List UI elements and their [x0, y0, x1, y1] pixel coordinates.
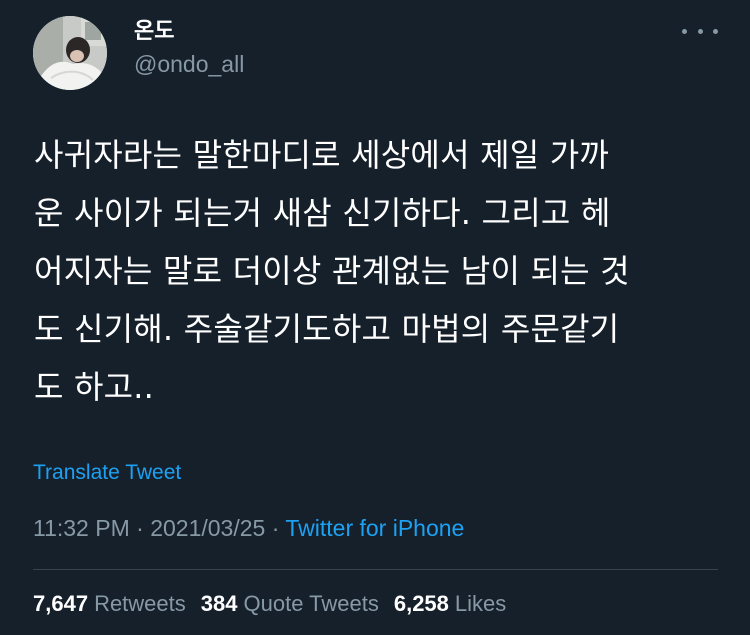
retweets-count: 7,647	[33, 591, 89, 616]
retweets-stat[interactable]: 7,647 Retweets	[33, 589, 186, 619]
likes-count: 6,258	[393, 591, 449, 616]
tweet-text-line: 사귀자라는 말한마디로 세상에서 제일 가까	[34, 136, 610, 174]
more-horizontal-icon[interactable]	[682, 20, 718, 42]
tweet-detail: 온도 @ondo_all 사귀자라는 말한마디로 세상에서 제일 가까운 사이가…	[0, 0, 750, 635]
avatar[interactable]	[33, 16, 107, 90]
meta-separator: ·	[136, 515, 144, 541]
tweet-time[interactable]: 11:32 PM	[33, 515, 130, 541]
tweet-text-line: 도 신기해. 주술같기도하고 마법의 주문같기	[34, 310, 620, 348]
tweet-source-link[interactable]: Twitter for iPhone	[285, 515, 464, 541]
quote-tweets-stat[interactable]: 384 Quote Tweets	[201, 589, 379, 619]
translate-tweet-link[interactable]: Translate Tweet	[33, 459, 181, 487]
tweet-text: 사귀자라는 말한마디로 세상에서 제일 가까운 사이가 되는거 새삼 신기하다.…	[34, 126, 724, 416]
quote-tweets-label: Quote Tweets	[243, 591, 379, 616]
tweet-date[interactable]: 2021/03/25	[150, 515, 265, 541]
tweet-stats: 7,647 Retweets 384 Quote Tweets 6,258 Likes	[33, 589, 521, 619]
more-dot	[713, 28, 718, 34]
likes-stat[interactable]: 6,258 Likes	[394, 589, 506, 619]
tweet-text-line: 도 하고..	[34, 368, 155, 406]
tweet-text-line: 어지자는 말로 더이상 관계없는 남이 되는 것	[34, 252, 630, 290]
meta-separator: ·	[271, 515, 280, 541]
avatar-image	[33, 16, 107, 90]
more-dot	[697, 28, 703, 34]
retweets-label: Retweets	[94, 591, 186, 616]
more-dot	[682, 28, 687, 34]
likes-label: Likes	[454, 591, 507, 616]
user-handle[interactable]: @ondo_all	[134, 50, 244, 78]
tweet-text-line: 운 사이가 되는거 새삼 신기하다. 그리고 헤	[34, 194, 611, 232]
tweet-metadata: 11:32 PM · 2021/03/25 · Twitter for iPho…	[33, 513, 464, 543]
divider	[33, 569, 718, 570]
quote-tweets-count: 384	[200, 591, 238, 616]
display-name[interactable]: 온도	[134, 18, 174, 46]
